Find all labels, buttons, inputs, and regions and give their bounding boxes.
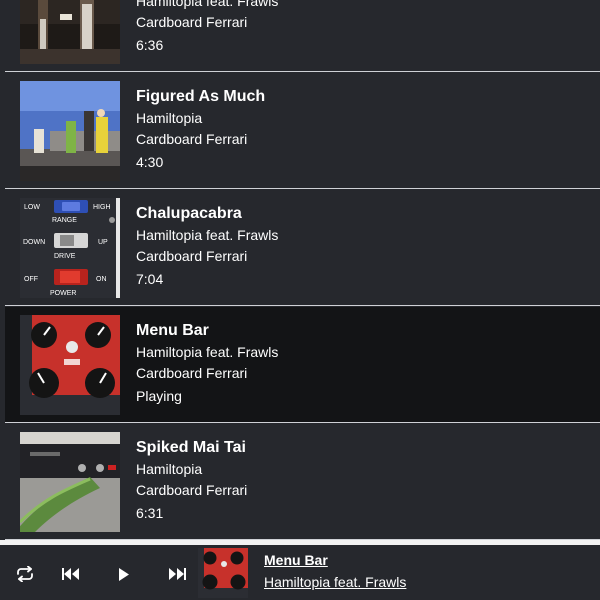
list-item[interactable]: LOW HIGH RANGE DOWN UP DRIVE OFF ON POWE… xyxy=(5,190,600,306)
track-artist: Hamiltopia feat. Frawls xyxy=(136,344,279,360)
band-stage-thumbnail xyxy=(20,0,120,64)
pedal-label-power: POWER xyxy=(50,290,76,297)
track-title: Menu Bar xyxy=(136,322,209,339)
pedal-label-down: DOWN xyxy=(23,239,45,246)
now-playing-artwork[interactable] xyxy=(198,548,248,598)
track-artist: Hamiltopia feat. Frawls xyxy=(136,0,279,9)
track-album: Cardboard Ferrari xyxy=(136,365,248,381)
track-duration: 6:31 xyxy=(136,505,164,521)
list-item[interactable]: Hamiltopia feat. Frawls Cardboard Ferrar… xyxy=(5,0,600,72)
track-status: Playing xyxy=(136,388,182,404)
pedal-label-off: OFF xyxy=(24,276,38,283)
track-album: Cardboard Ferrari xyxy=(136,248,248,264)
track-list: Hamiltopia feat. Frawls Cardboard Ferrar… xyxy=(5,0,600,540)
pedal-label-up: UP xyxy=(98,239,108,246)
track-album: Cardboard Ferrari xyxy=(136,482,248,498)
repeat-icon[interactable] xyxy=(12,563,38,585)
list-item-playing[interactable]: Menu Bar Hamiltopia feat. Frawls Cardboa… xyxy=(5,307,600,423)
track-title: Chalupacabra xyxy=(136,205,242,222)
outdoor-band-thumbnail xyxy=(20,81,120,181)
track-album: Cardboard Ferrari xyxy=(136,14,248,30)
play-icon[interactable] xyxy=(111,563,137,585)
player-bar: Menu Bar Hamiltopia feat. Frawls xyxy=(0,540,600,600)
pedal-label-range: RANGE xyxy=(52,217,77,224)
track-duration: 6:36 xyxy=(136,37,164,53)
track-duration: 4:30 xyxy=(136,154,164,170)
skip-previous-icon[interactable] xyxy=(58,563,84,585)
now-playing-artist-link[interactable]: Hamiltopia feat. Frawls xyxy=(264,573,406,591)
pedal-label-low: LOW xyxy=(24,204,40,211)
track-title: Figured As Much xyxy=(136,88,266,105)
audio-interface-thumbnail xyxy=(20,432,120,532)
list-item[interactable]: Figured As Much Hamiltopia Cardboard Fer… xyxy=(5,73,600,189)
now-playing-title-link[interactable]: Menu Bar xyxy=(264,551,328,569)
track-artist: Hamiltopia xyxy=(136,461,203,477)
pedal-label-on: ON xyxy=(96,276,107,283)
red-pedal-thumbnail xyxy=(20,315,120,415)
track-album: Cardboard Ferrari xyxy=(136,131,248,147)
track-title: Spiked Mai Tai xyxy=(136,439,246,456)
pedal-switches-thumbnail: LOW HIGH RANGE DOWN UP DRIVE OFF ON POWE… xyxy=(20,198,120,298)
list-item[interactable]: Spiked Mai Tai Hamiltopia Cardboard Ferr… xyxy=(5,424,600,540)
pedal-label-drive: DRIVE xyxy=(54,253,76,260)
pedal-label-high: HIGH xyxy=(93,204,111,211)
track-artist: Hamiltopia feat. Frawls xyxy=(136,227,279,243)
track-duration: 7:04 xyxy=(136,271,164,287)
skip-next-icon[interactable] xyxy=(164,563,190,585)
track-artist: Hamiltopia xyxy=(136,110,203,126)
